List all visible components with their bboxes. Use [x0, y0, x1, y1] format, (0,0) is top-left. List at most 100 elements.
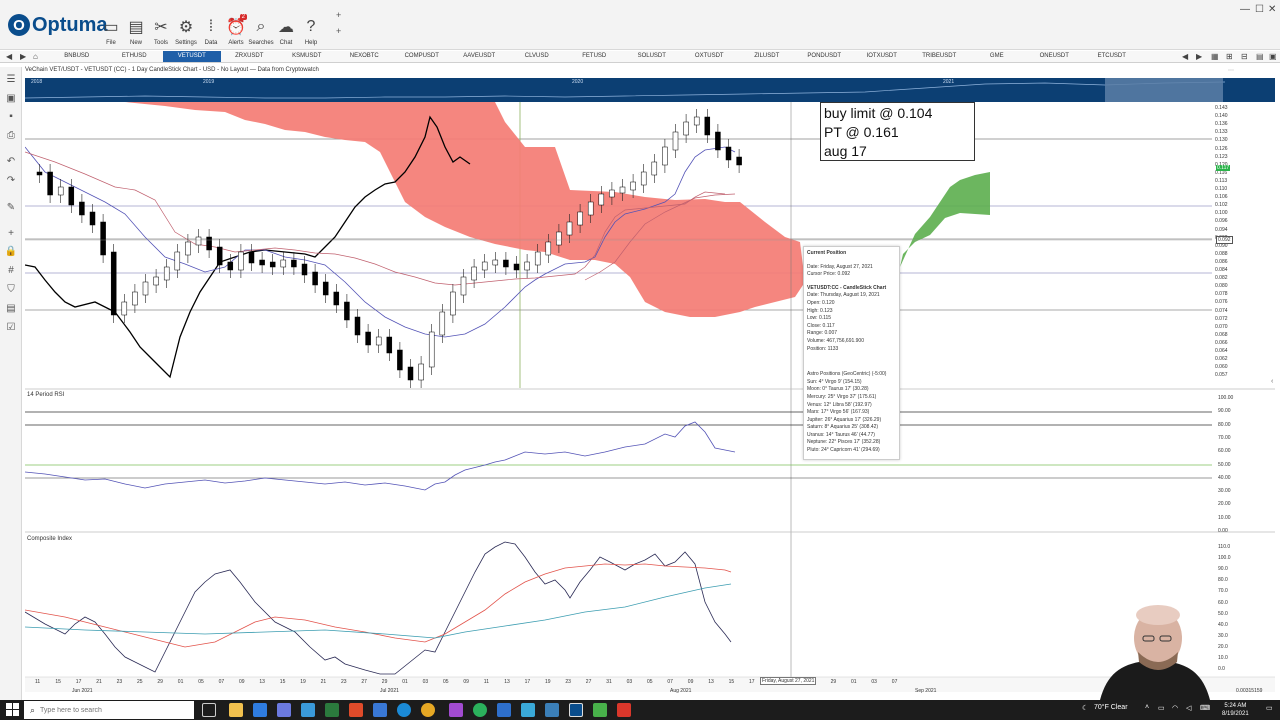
optuma-taskbar-icon[interactable] — [569, 703, 583, 717]
store-icon[interactable] — [253, 703, 267, 717]
maximize-icon[interactable]: ☐ — [1255, 4, 1264, 15]
symbol-tab-compusdt[interactable]: COMPUSDT — [393, 51, 451, 62]
symbol-tab-ethusd[interactable]: ETHUSD — [106, 51, 164, 62]
wifi-icon[interactable]: ◠ — [1172, 704, 1178, 712]
tabs-next-icon[interactable]: ▶ — [1196, 51, 1202, 62]
app-icon-9[interactable] — [617, 703, 631, 717]
tile-icon[interactable]: ⊞ — [1226, 51, 1233, 62]
symbol-tab-pondusdt[interactable]: PONDUSDT — [796, 51, 854, 62]
tooltip-range: Range: 0.007 — [807, 330, 838, 337]
symbol-tab-iotxusdt[interactable]: IOTXUSDT — [853, 51, 911, 62]
cursor-date-tag: Friday, August 27, 2021 — [760, 677, 817, 685]
symbol-tab-etcusdt[interactable]: ETCUSDT — [1083, 51, 1141, 62]
tabs-prev-icon[interactable]: ◀ — [1182, 51, 1188, 62]
date-axis-tick: 17 — [75, 679, 82, 685]
new-button[interactable]: ▤ New — [123, 4, 149, 46]
alerts-button[interactable]: ⏰ Alerts 2 — [223, 4, 249, 46]
chrome-icon[interactable] — [421, 703, 435, 717]
trade-note-box[interactable]: buy limit @ 0.104 PT @ 0.161 aug 17 — [820, 102, 975, 161]
picture-icon[interactable]: ▣ — [4, 92, 18, 106]
layout-icon[interactable]: ⊟ — [1241, 51, 1248, 62]
keyboard-icon[interactable]: ⌨ — [1200, 704, 1210, 712]
taskbar-search[interactable]: ⌕ — [24, 701, 194, 719]
forward-arrow-icon[interactable]: ▶ — [20, 51, 26, 62]
toolbar-button-label: Alerts — [228, 40, 244, 46]
lock-icon[interactable]: 🔒 — [4, 245, 18, 259]
home-icon[interactable]: ⌂ — [33, 51, 38, 62]
close-icon[interactable]: ✕ — [1268, 4, 1276, 15]
app-icon-3[interactable] — [325, 703, 339, 717]
chat-button[interactable]: ☁ Chat — [273, 4, 299, 46]
overview-selection[interactable] — [1105, 78, 1223, 102]
telegram-icon[interactable] — [521, 703, 535, 717]
save-icon[interactable]: ▪ — [4, 110, 18, 124]
settings-button[interactable]: ⚙ Settings — [173, 4, 199, 46]
symbol-tab-oneusdt[interactable]: ONEUSDT — [1026, 51, 1084, 62]
taskbar-clock[interactable]: 5:24 AM 8/19/2021 — [1222, 702, 1249, 718]
tray-chevron-icon[interactable]: ˄ — [1145, 704, 1149, 711]
layers-icon[interactable]: ▤ — [4, 302, 18, 316]
minimize-icon[interactable]: — — [1240, 4, 1250, 15]
add-icon[interactable]: + — [336, 10, 341, 20]
collapse-chevron-icon[interactable]: ‹ — [1271, 378, 1273, 385]
app-icon-6[interactable] — [473, 703, 487, 717]
stamp-icon[interactable]: ⛉ — [4, 283, 18, 297]
toolbar-button-label: File — [106, 40, 116, 46]
add-icon-2[interactable]: + — [336, 26, 341, 36]
app-icon-7[interactable] — [545, 703, 559, 717]
windows-start-icon[interactable] — [6, 703, 19, 716]
notification-icon[interactable]: ▭ — [1266, 704, 1273, 712]
symbol-tab-aaveusdt[interactable]: AAVEUSDT — [451, 51, 509, 62]
undo-icon[interactable]: ↶ — [4, 155, 18, 169]
taskbar-search-input[interactable] — [40, 706, 181, 714]
chart-options-icon[interactable]: ⋯ — [1228, 67, 1234, 74]
volume-icon[interactable]: ◁ — [1186, 704, 1191, 712]
help-button[interactable]: ? Help — [298, 4, 324, 46]
print-icon[interactable]: ⎙ — [4, 129, 18, 143]
app-icon-2[interactable] — [301, 703, 315, 717]
back-arrow-icon[interactable]: ◀ — [6, 51, 12, 62]
tabs-list-icon[interactable]: ▦ — [1211, 51, 1219, 62]
searches-button[interactable]: ⌕ Searches — [248, 4, 274, 46]
data-button[interactable]: ⁞ Data — [198, 4, 224, 46]
grid-icon[interactable]: ▤ — [1256, 51, 1264, 62]
date-axis-tick: 19 — [545, 679, 551, 685]
network-icon[interactable]: ▭ — [1158, 704, 1165, 712]
word-icon[interactable] — [497, 703, 511, 717]
symbol-tab-ksmusdt[interactable]: KSMUSDT — [278, 51, 336, 62]
app-icon-8[interactable] — [593, 703, 607, 717]
overview-scroller[interactable]: 2018 2019 2020 2021 — [25, 78, 1275, 102]
symbol-tab-tribeusdt[interactable]: TRIBEUSDT — [911, 51, 969, 62]
list-icon[interactable]: ☰ — [4, 73, 18, 87]
symbol-tab-clvusd[interactable]: CLVUSD — [508, 51, 566, 62]
candle-body — [418, 363, 424, 381]
symbol-tab-oxtusdt[interactable]: OXTUSDT — [681, 51, 739, 62]
app-icon-5[interactable] — [449, 703, 463, 717]
brave-icon[interactable] — [349, 703, 363, 717]
pencil-icon[interactable]: ✎ — [4, 201, 18, 215]
redo-icon[interactable]: ↷ — [4, 174, 18, 188]
symbol-tab-zrxusdt[interactable]: ZRXUSDT — [221, 51, 279, 62]
clock-date: 8/19/2021 — [1222, 711, 1249, 717]
date-axis-tick: 07 — [667, 679, 673, 685]
tools-button[interactable]: ✂ Tools — [148, 4, 174, 46]
file-explorer-icon[interactable] — [229, 703, 243, 717]
task-view-icon[interactable] — [202, 703, 216, 717]
symbol-tab-nexobtc[interactable]: NEXOBTC — [336, 51, 394, 62]
edge-icon[interactable] — [397, 703, 411, 717]
rsi-axis-tick: 100.00 — [1218, 395, 1234, 401]
symbol-tab-bnbusd[interactable]: BNBUSD — [48, 51, 106, 62]
hash-icon[interactable]: # — [4, 264, 18, 278]
symbol-tab-vetusdt[interactable]: VETUSDT — [163, 51, 221, 62]
checklist-icon[interactable]: ☑ — [4, 321, 18, 335]
file-button[interactable]: ▭ File — [98, 4, 124, 46]
date-axis-tick: 01 — [177, 679, 184, 685]
symbol-tab-gme[interactable]: GME — [968, 51, 1026, 62]
window-icon[interactable]: ▣ — [1269, 51, 1277, 62]
symbol-tab-solusdt[interactable]: SOLUSDT — [623, 51, 681, 62]
crosshair-icon[interactable]: + — [4, 227, 18, 241]
app-icon-4[interactable] — [373, 703, 387, 717]
app-icon-1[interactable] — [277, 703, 291, 717]
symbol-tab-fetusd[interactable]: FETUSD — [566, 51, 624, 62]
symbol-tab-zilusdt[interactable]: ZILUSDT — [738, 51, 796, 62]
